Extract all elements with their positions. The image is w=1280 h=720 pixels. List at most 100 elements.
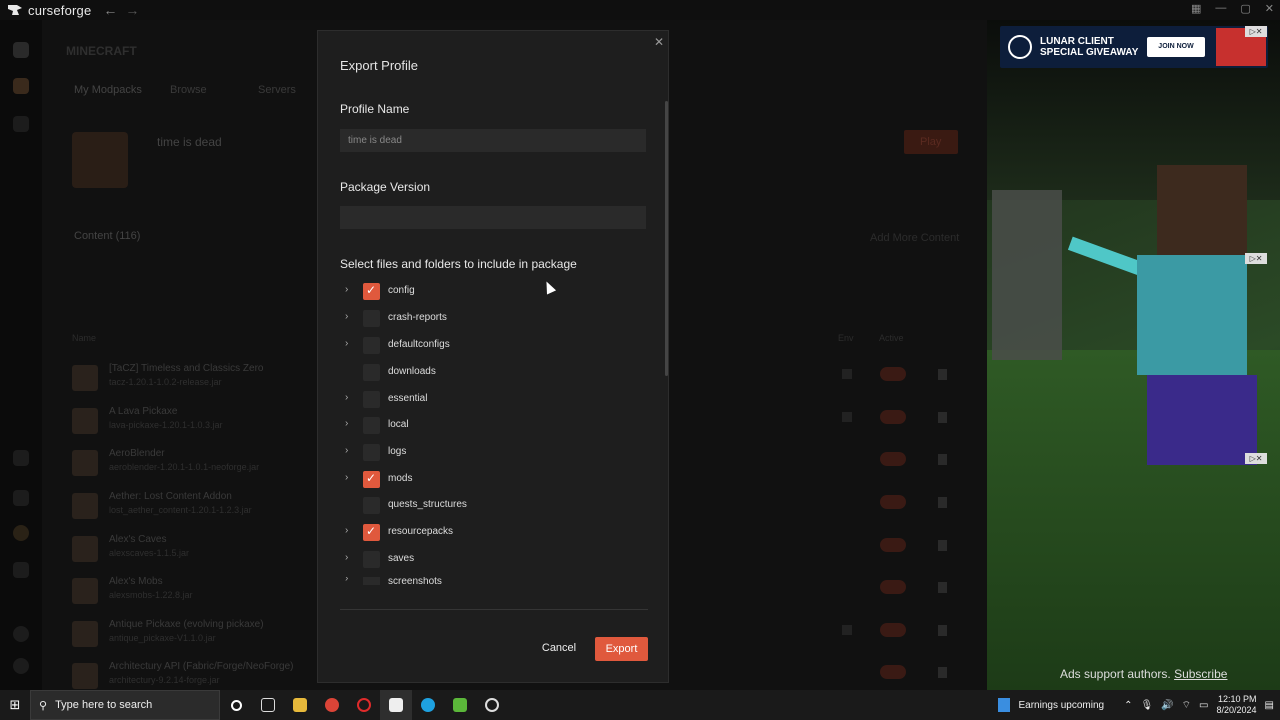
chevron-up-icon[interactable]: ⌃ [1124, 700, 1132, 711]
close-window-icon[interactable]: ✕ [1265, 2, 1274, 15]
list-item-partial[interactable]: › screenshots [340, 577, 646, 585]
add-more-content-button[interactable]: Add More Content [870, 232, 959, 244]
checkbox[interactable] [363, 524, 380, 541]
chevron-right-icon[interactable]: › [345, 418, 348, 429]
active-toggle[interactable] [880, 367, 906, 381]
active-toggle[interactable] [880, 580, 906, 594]
minimize-icon[interactable]: — [1215, 2, 1226, 15]
content-count[interactable]: Content (116) [74, 230, 140, 242]
chevron-right-icon[interactable]: › [345, 577, 348, 584]
chevron-right-icon[interactable]: › [345, 338, 348, 349]
ad-choices-icon[interactable]: ▷✕ [1245, 453, 1267, 464]
checkbox[interactable] [363, 577, 380, 585]
list-item[interactable]: › mods [340, 469, 640, 489]
active-toggle[interactable] [880, 452, 906, 466]
news-widget-label[interactable]: Earnings upcoming [1018, 700, 1104, 711]
checkbox[interactable] [363, 283, 380, 300]
chevron-right-icon[interactable]: › [345, 284, 348, 295]
curseforge-taskbar-icon[interactable] [380, 690, 412, 720]
list-item[interactable]: › screenshots [340, 577, 640, 585]
crown-icon[interactable] [13, 490, 29, 506]
trash-icon[interactable] [938, 369, 947, 380]
active-toggle[interactable] [880, 623, 906, 637]
list-item[interactable]: › config [340, 281, 640, 301]
list-item[interactable]: › resourcepacks [340, 522, 640, 542]
home-icon[interactable] [13, 42, 29, 58]
play-button[interactable]: Play [904, 130, 958, 154]
layout-icon[interactable]: ▦ [1191, 2, 1201, 15]
forward-arrow-icon[interactable]: → [125, 2, 139, 18]
add-game-icon[interactable] [13, 116, 29, 132]
checkbox[interactable] [363, 417, 380, 434]
chevron-right-icon[interactable]: › [345, 392, 348, 403]
news-widget-icon[interactable] [998, 698, 1011, 712]
notification-icon[interactable]: ▤ [1265, 700, 1274, 711]
ad-close-icon[interactable]: ▷✕ [1245, 26, 1267, 37]
profile-name-input[interactable] [340, 129, 646, 152]
scrollbar[interactable] [665, 101, 668, 376]
maximize-icon[interactable]: ▢ [1240, 2, 1250, 15]
chrome-icon[interactable] [316, 690, 348, 720]
checkbox[interactable] [363, 551, 380, 568]
help-icon[interactable] [13, 626, 29, 642]
ad-banner[interactable]: LUNAR CLIENT SPECIAL GIVEAWAY JOIN NOW [1000, 26, 1268, 68]
trash-icon[interactable] [938, 412, 947, 423]
trash-icon[interactable] [938, 454, 947, 465]
list-item[interactable]: › saves [340, 549, 640, 569]
chevron-right-icon[interactable]: › [345, 525, 348, 536]
list-item[interactable]: downloads [340, 362, 640, 382]
chevron-right-icon[interactable]: › [345, 311, 348, 322]
close-icon[interactable]: ✕ [654, 35, 664, 49]
network-icon[interactable]: ⌔ [1182, 699, 1191, 712]
obs-icon[interactable] [476, 690, 508, 720]
taskbar-search[interactable]: ⚲ Type here to search [30, 690, 220, 720]
active-toggle[interactable] [880, 665, 906, 679]
minecraft-launcher-icon[interactable] [444, 690, 476, 720]
trash-icon[interactable] [938, 582, 947, 593]
list-item[interactable]: › logs [340, 442, 640, 462]
chevron-right-icon[interactable]: › [345, 472, 348, 483]
avatar[interactable] [13, 525, 29, 541]
checkbox[interactable] [363, 364, 380, 381]
list-item[interactable]: quests_structures [340, 495, 640, 515]
file-explorer-icon[interactable] [284, 690, 316, 720]
list-item[interactable]: › local [340, 415, 640, 435]
tools-icon[interactable] [13, 450, 29, 466]
discord-icon[interactable] [13, 562, 29, 578]
checkbox[interactable] [363, 310, 380, 327]
checkbox[interactable] [363, 337, 380, 354]
join-now-button[interactable]: JOIN NOW [1147, 37, 1205, 57]
active-toggle[interactable] [880, 410, 906, 424]
clock[interactable]: 12:10 PM 8/20/2024 [1217, 694, 1257, 716]
list-item[interactable]: › defaultconfigs [340, 335, 640, 355]
skype-icon[interactable] [412, 690, 444, 720]
battery-icon[interactable]: ▭ [1199, 700, 1208, 711]
package-version-input[interactable] [340, 206, 646, 229]
cortana-icon[interactable] [220, 690, 252, 720]
back-arrow-icon[interactable]: ← [103, 2, 117, 18]
tab-servers[interactable]: Servers [258, 84, 296, 96]
checkbox[interactable] [363, 391, 380, 408]
microphone-icon[interactable]: 🎙 [1140, 700, 1153, 711]
checkbox[interactable] [363, 444, 380, 461]
checkbox[interactable] [363, 471, 380, 488]
export-button[interactable]: Export [595, 637, 648, 661]
settings-icon[interactable] [13, 658, 29, 674]
checkbox[interactable] [363, 497, 380, 514]
list-item[interactable]: › essential [340, 389, 640, 409]
tab-browse[interactable]: Browse [170, 84, 207, 96]
subscribe-link[interactable]: Subscribe [1174, 667, 1227, 681]
chevron-right-icon[interactable]: › [345, 445, 348, 456]
list-item[interactable]: › crash-reports [340, 308, 640, 328]
trash-icon[interactable] [938, 625, 947, 636]
cancel-button[interactable]: Cancel [536, 637, 582, 659]
volume-icon[interactable]: 🔊 [1161, 700, 1173, 711]
tab-my-modpacks[interactable]: My Modpacks [74, 84, 142, 96]
opera-icon[interactable] [348, 690, 380, 720]
trash-icon[interactable] [938, 667, 947, 678]
windows-start-icon[interactable]: ⊞ [0, 690, 30, 720]
active-toggle[interactable] [880, 495, 906, 509]
minecraft-game-icon[interactable] [13, 78, 29, 94]
chevron-right-icon[interactable]: › [345, 552, 348, 563]
ad-choices-icon[interactable]: ▷✕ [1245, 253, 1267, 264]
